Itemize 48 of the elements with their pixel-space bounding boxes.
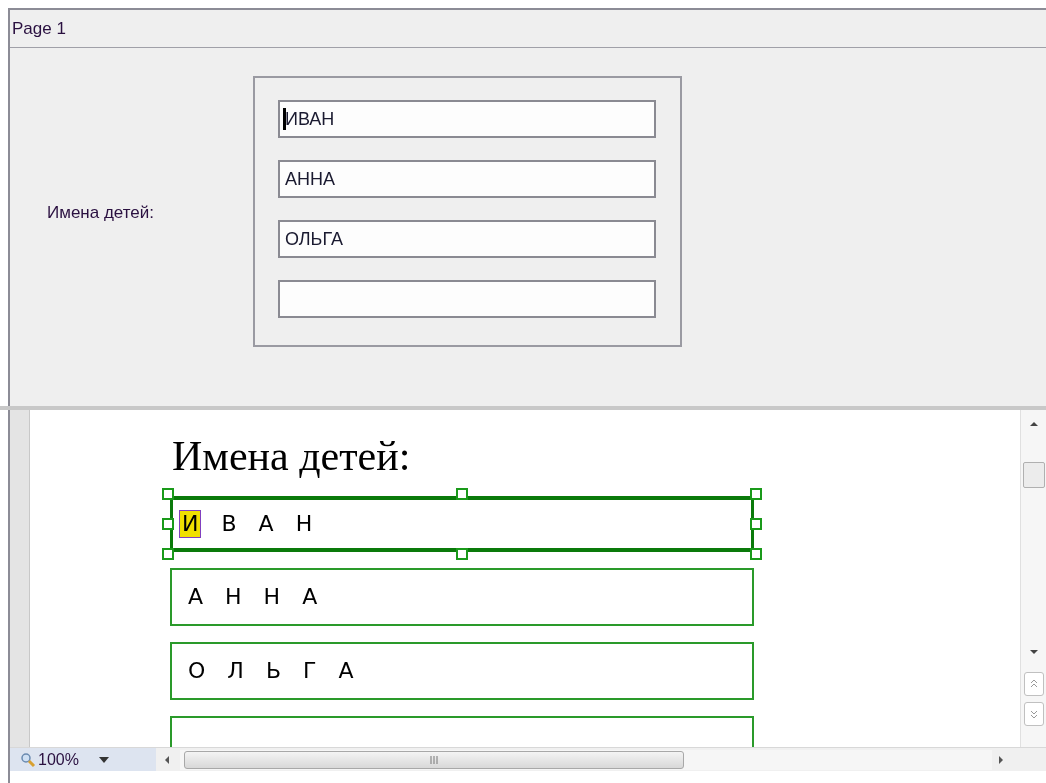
magnifier-icon — [20, 751, 36, 768]
page-title: Page 1 — [12, 17, 66, 40]
resize-handle[interactable] — [162, 548, 174, 560]
handwritten-letter: Л — [226, 658, 245, 684]
vertical-scrollbar[interactable] — [1020, 410, 1046, 747]
text-field[interactable]: АННА — [278, 160, 656, 198]
scroll-thumb[interactable] — [1022, 462, 1045, 488]
resize-handle[interactable] — [162, 488, 174, 500]
handwritten-letter: И — [179, 510, 202, 538]
handwritten-letter: А — [187, 584, 205, 610]
handwritten-letter: Н — [294, 511, 314, 537]
zoom-control[interactable]: 100% — [10, 748, 156, 771]
next-page-button[interactable] — [1023, 702, 1044, 726]
handwritten-letter: О — [187, 658, 207, 684]
handwritten-letter: Г — [301, 658, 318, 684]
scroll-right-icon[interactable] — [998, 754, 1004, 765]
scroll-left-icon[interactable] — [164, 754, 170, 765]
resize-handle[interactable] — [750, 548, 762, 560]
text-field[interactable] — [278, 280, 656, 318]
scroll-thumb[interactable] — [184, 750, 684, 769]
double-up-icon — [1029, 679, 1038, 689]
field-label: Имена детей: — [47, 202, 155, 224]
scroll-up-icon[interactable] — [1028, 420, 1039, 428]
grip-icon — [430, 755, 438, 764]
handwritten-letter: Ь — [264, 658, 282, 684]
handwriting-box[interactable]: А Н Н А — [170, 568, 754, 626]
resize-handle[interactable] — [162, 518, 174, 530]
text-field[interactable]: ИВАН — [278, 100, 656, 138]
resize-handle[interactable] — [456, 488, 468, 500]
text-field[interactable]: ОЛЬГА — [278, 220, 656, 258]
zoom-level: 100% — [38, 749, 79, 770]
handwritten-letter: А — [301, 584, 319, 610]
handwritten-letter: А — [337, 658, 355, 684]
resize-handle[interactable] — [750, 518, 762, 530]
handwritten-letter: Н — [262, 584, 282, 610]
handwritten-letter: Н — [224, 584, 243, 610]
dropdown-icon[interactable] — [98, 756, 109, 763]
handwriting-box[interactable]: И В А Н — [170, 496, 754, 552]
resize-handle[interactable] — [456, 548, 468, 560]
handwritten-letter: А — [257, 511, 275, 537]
double-down-icon — [1029, 709, 1038, 719]
resize-handle[interactable] — [750, 488, 762, 500]
handwriting-box[interactable]: О Л Ь Г А — [170, 642, 754, 700]
handwritten-letter: В — [220, 511, 238, 537]
previous-page-button[interactable] — [1023, 672, 1044, 696]
document-heading: Имена детей: — [172, 432, 411, 481]
scroll-down-icon[interactable] — [1028, 648, 1039, 656]
horizontal-scrollbar[interactable] — [180, 749, 992, 770]
